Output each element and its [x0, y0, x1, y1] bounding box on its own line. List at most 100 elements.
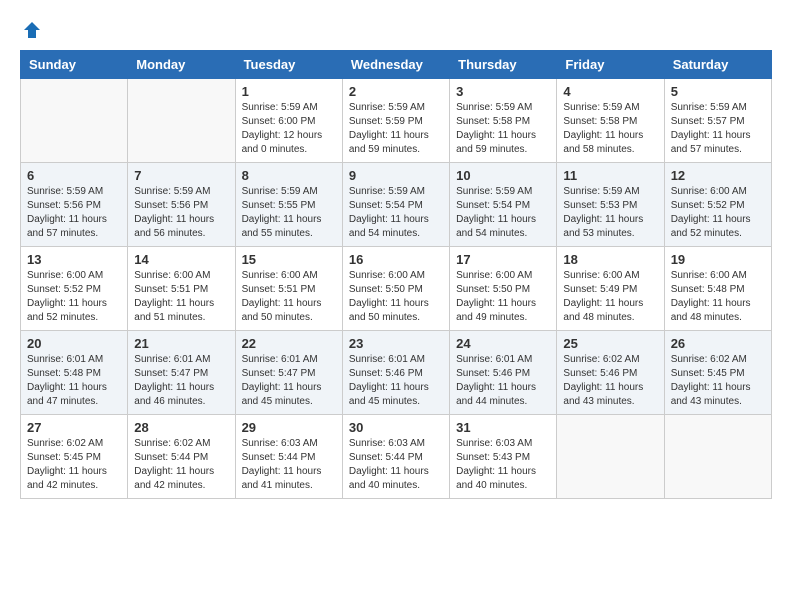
day-info: Sunrise: 6:01 AM Sunset: 5:47 PM Dayligh… — [134, 353, 228, 409]
day-number: 2 — [349, 84, 443, 99]
calendar-cell: 11Sunrise: 5:59 AM Sunset: 5:53 PM Dayli… — [557, 163, 664, 247]
day-number: 25 — [563, 336, 657, 351]
day-number: 12 — [671, 168, 765, 183]
calendar-week-row: 6 Sunrise: 5:59 AM Sunset: 5:56 PM Daylig… — [21, 163, 772, 247]
calendar-cell: 16Sunrise: 6:00 AM Sunset: 5:50 PM Dayli… — [342, 247, 449, 331]
calendar-cell: 8Sunrise: 5:59 AM Sunset: 5:55 PM Daylig… — [235, 163, 342, 247]
calendar-cell: 29 Sunrise: 6:03 AM Sunset: 5:44 PM Dayli… — [235, 415, 342, 499]
day-info: Sunrise: 6:00 AM Sunset: 5:50 PM Dayligh… — [349, 269, 443, 325]
day-info: Sunrise: 5:59 AM Sunset: 5:53 PM Dayligh… — [563, 185, 657, 241]
day-info: Sunrise: 6:00 AM Sunset: 5:50 PM Dayligh… — [456, 269, 550, 325]
day-number: 27 — [27, 420, 121, 435]
day-number: 6 — [27, 168, 121, 183]
calendar-cell: 6 Sunrise: 5:59 AM Sunset: 5:56 PM Daylig… — [21, 163, 128, 247]
calendar-cell: 14 Sunrise: 6:00 AM Sunset: 5:51 PM Dayli… — [128, 247, 235, 331]
calendar-cell — [557, 415, 664, 499]
logo — [20, 20, 42, 40]
day-info: Sunrise: 5:59 AM Sunset: 5:59 PM Dayligh… — [349, 101, 443, 157]
day-number: 18 — [563, 252, 657, 267]
weekday-header: Tuesday — [235, 51, 342, 79]
calendar-cell: 1Sunrise: 5:59 AM Sunset: 6:00 PM Daylig… — [235, 79, 342, 163]
calendar-week-row: 20 Sunrise: 6:01 AM Sunset: 5:48 PM Dayli… — [21, 331, 772, 415]
weekday-header: Monday — [128, 51, 235, 79]
day-number: 5 — [671, 84, 765, 99]
calendar-cell: 24Sunrise: 6:01 AM Sunset: 5:46 PM Dayli… — [450, 331, 557, 415]
calendar-header-row: SundayMondayTuesdayWednesdayThursdayFrid… — [21, 51, 772, 79]
day-info: Sunrise: 6:00 AM Sunset: 5:49 PM Dayligh… — [563, 269, 657, 325]
day-info: Sunrise: 6:00 AM Sunset: 5:51 PM Dayligh… — [134, 269, 228, 325]
weekday-header: Saturday — [664, 51, 771, 79]
day-number: 10 — [456, 168, 550, 183]
weekday-header: Friday — [557, 51, 664, 79]
day-number: 1 — [242, 84, 336, 99]
day-number: 29 — [242, 420, 336, 435]
calendar-cell: 22 Sunrise: 6:01 AM Sunset: 5:47 PM Dayli… — [235, 331, 342, 415]
day-number: 21 — [134, 336, 228, 351]
day-number: 30 — [349, 420, 443, 435]
day-info: Sunrise: 6:00 AM Sunset: 5:52 PM Dayligh… — [27, 269, 121, 325]
day-info: Sunrise: 6:03 AM Sunset: 5:43 PM Dayligh… — [456, 437, 550, 493]
day-info: Sunrise: 6:01 AM Sunset: 5:48 PM Dayligh… — [27, 353, 121, 409]
calendar-cell: 31 Sunrise: 6:03 AM Sunset: 5:43 PM Dayli… — [450, 415, 557, 499]
calendar-week-row: 27 Sunrise: 6:02 AM Sunset: 5:45 PM Dayli… — [21, 415, 772, 499]
calendar-cell: 19Sunrise: 6:00 AM Sunset: 5:48 PM Dayli… — [664, 247, 771, 331]
day-info: Sunrise: 6:00 AM Sunset: 5:51 PM Dayligh… — [242, 269, 336, 325]
calendar-cell — [128, 79, 235, 163]
logo-icon — [22, 20, 42, 40]
day-number: 19 — [671, 252, 765, 267]
day-info: Sunrise: 6:01 AM Sunset: 5:47 PM Dayligh… — [242, 353, 336, 409]
calendar-cell — [21, 79, 128, 163]
calendar-cell: 23 Sunrise: 6:01 AM Sunset: 5:46 PM Dayli… — [342, 331, 449, 415]
day-info: Sunrise: 5:59 AM Sunset: 5:54 PM Dayligh… — [456, 185, 550, 241]
day-number: 20 — [27, 336, 121, 351]
day-number: 17 — [456, 252, 550, 267]
calendar-cell: 2 Sunrise: 5:59 AM Sunset: 5:59 PM Daylig… — [342, 79, 449, 163]
day-info: Sunrise: 6:00 AM Sunset: 5:52 PM Dayligh… — [671, 185, 765, 241]
calendar-cell: 4 Sunrise: 5:59 AM Sunset: 5:58 PM Daylig… — [557, 79, 664, 163]
calendar-cell: 26 Sunrise: 6:02 AM Sunset: 5:45 PM Dayli… — [664, 331, 771, 415]
day-info: Sunrise: 6:02 AM Sunset: 5:45 PM Dayligh… — [671, 353, 765, 409]
calendar-cell — [664, 415, 771, 499]
day-number: 31 — [456, 420, 550, 435]
day-number: 28 — [134, 420, 228, 435]
day-info: Sunrise: 5:59 AM Sunset: 5:56 PM Dayligh… — [27, 185, 121, 241]
day-info: Sunrise: 6:03 AM Sunset: 5:44 PM Dayligh… — [349, 437, 443, 493]
calendar-cell: 7Sunrise: 5:59 AM Sunset: 5:56 PM Daylig… — [128, 163, 235, 247]
calendar-cell: 25 Sunrise: 6:02 AM Sunset: 5:46 PM Dayli… — [557, 331, 664, 415]
day-info: Sunrise: 6:02 AM Sunset: 5:46 PM Dayligh… — [563, 353, 657, 409]
day-info: Sunrise: 6:02 AM Sunset: 5:45 PM Dayligh… — [27, 437, 121, 493]
weekday-header: Wednesday — [342, 51, 449, 79]
day-info: Sunrise: 5:59 AM Sunset: 5:58 PM Dayligh… — [456, 101, 550, 157]
weekday-header: Thursday — [450, 51, 557, 79]
calendar-cell: 5 Sunrise: 5:59 AM Sunset: 5:57 PM Daylig… — [664, 79, 771, 163]
calendar-cell: 3Sunrise: 5:59 AM Sunset: 5:58 PM Daylig… — [450, 79, 557, 163]
calendar-cell: 17 Sunrise: 6:00 AM Sunset: 5:50 PM Dayli… — [450, 247, 557, 331]
calendar-cell: 27 Sunrise: 6:02 AM Sunset: 5:45 PM Dayli… — [21, 415, 128, 499]
calendar-table: SundayMondayTuesdayWednesdayThursdayFrid… — [20, 50, 772, 499]
day-number: 14 — [134, 252, 228, 267]
day-number: 7 — [134, 168, 228, 183]
day-info: Sunrise: 6:03 AM Sunset: 5:44 PM Dayligh… — [242, 437, 336, 493]
day-info: Sunrise: 6:01 AM Sunset: 5:46 PM Dayligh… — [349, 353, 443, 409]
calendar-week-row: 13Sunrise: 6:00 AM Sunset: 5:52 PM Dayli… — [21, 247, 772, 331]
day-number: 26 — [671, 336, 765, 351]
day-number: 4 — [563, 84, 657, 99]
calendar-cell: 10 Sunrise: 5:59 AM Sunset: 5:54 PM Dayli… — [450, 163, 557, 247]
calendar-cell: 12 Sunrise: 6:00 AM Sunset: 5:52 PM Dayli… — [664, 163, 771, 247]
day-number: 9 — [349, 168, 443, 183]
day-info: Sunrise: 5:59 AM Sunset: 5:54 PM Dayligh… — [349, 185, 443, 241]
day-info: Sunrise: 6:02 AM Sunset: 5:44 PM Dayligh… — [134, 437, 228, 493]
day-number: 22 — [242, 336, 336, 351]
calendar-cell: 30 Sunrise: 6:03 AM Sunset: 5:44 PM Dayli… — [342, 415, 449, 499]
day-number: 23 — [349, 336, 443, 351]
day-number: 24 — [456, 336, 550, 351]
calendar-cell: 13Sunrise: 6:00 AM Sunset: 5:52 PM Dayli… — [21, 247, 128, 331]
calendar-cell: 21 Sunrise: 6:01 AM Sunset: 5:47 PM Dayli… — [128, 331, 235, 415]
calendar-cell: 15 Sunrise: 6:00 AM Sunset: 5:51 PM Dayli… — [235, 247, 342, 331]
day-info: Sunrise: 5:59 AM Sunset: 5:57 PM Dayligh… — [671, 101, 765, 157]
day-number: 15 — [242, 252, 336, 267]
day-info: Sunrise: 5:59 AM Sunset: 5:58 PM Dayligh… — [563, 101, 657, 157]
day-number: 8 — [242, 168, 336, 183]
calendar-cell: 9 Sunrise: 5:59 AM Sunset: 5:54 PM Daylig… — [342, 163, 449, 247]
page-header — [20, 20, 772, 40]
